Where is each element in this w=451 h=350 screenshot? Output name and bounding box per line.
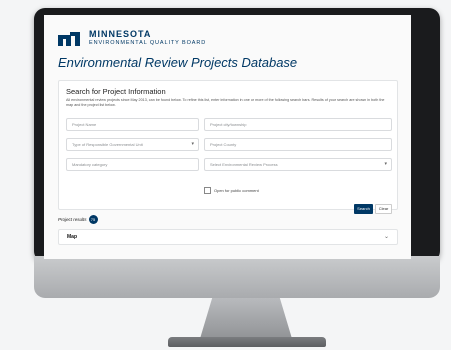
gov-unit-select[interactable]: Type of Responsible Governmental Unit ▾ — [66, 138, 199, 151]
open-comment-label: Open for public comment — [214, 188, 259, 193]
project-results-label: Project results — [58, 217, 87, 222]
map-accordion[interactable]: Map ⌄ — [58, 229, 398, 245]
chevron-down-icon: ⌄ — [383, 234, 389, 240]
open-comment-checkbox[interactable] — [204, 187, 211, 194]
mandatory-category-input[interactable]: Mandatory category — [66, 158, 199, 171]
project-county-input[interactable]: Project County — [204, 138, 392, 151]
search-button[interactable]: Search — [354, 204, 373, 214]
clear-button[interactable]: Clear — [375, 204, 392, 214]
chevron-down-icon: ▾ — [384, 161, 387, 167]
gov-unit-placeholder: Type of Responsible Governmental Unit — [72, 142, 143, 147]
project-city-placeholder: Project city/township — [210, 122, 247, 127]
project-county-placeholder: Project County — [210, 142, 237, 147]
search-panel-title: Search for Project Information — [66, 87, 166, 96]
map-label: Map — [67, 234, 77, 240]
results-count-badge: 75 — [88, 215, 98, 224]
search-panel: Search for Project Information All envir… — [58, 80, 398, 214]
project-results-header: Project results 75 — [58, 215, 98, 224]
project-name-input[interactable]: Project Name — [66, 118, 199, 131]
mn-eqb-logo[interactable]: MINNESOTA ENVIRONMENTAL QUALITY BOARD — [58, 27, 206, 49]
logo-line-1: MINNESOTA — [89, 28, 152, 39]
monitor-chin — [34, 256, 440, 298]
monitor-stand — [199, 298, 293, 342]
search-panel-description: All environmental review projects since … — [66, 98, 385, 107]
project-name-placeholder: Project Name — [72, 122, 97, 127]
monitor-stand-base — [168, 337, 326, 347]
review-process-select[interactable]: Select Environmental Review Process ▾ — [204, 158, 392, 171]
mandatory-category-placeholder: Mandatory category — [72, 162, 108, 167]
monitor-screen: MINNESOTA ENVIRONMENTAL QUALITY BOARD En… — [44, 15, 411, 259]
project-city-input[interactable]: Project city/township — [204, 118, 392, 131]
page-title: Environmental Review Projects Database — [58, 55, 298, 70]
open-comment-option[interactable]: Open for public comment — [204, 187, 259, 194]
mn-logo-icon — [58, 30, 84, 46]
logo-line-2: ENVIRONMENTAL QUALITY BOARD — [89, 39, 207, 46]
chevron-down-icon: ▾ — [191, 141, 194, 147]
review-process-placeholder: Select Environmental Review Process — [210, 162, 278, 167]
